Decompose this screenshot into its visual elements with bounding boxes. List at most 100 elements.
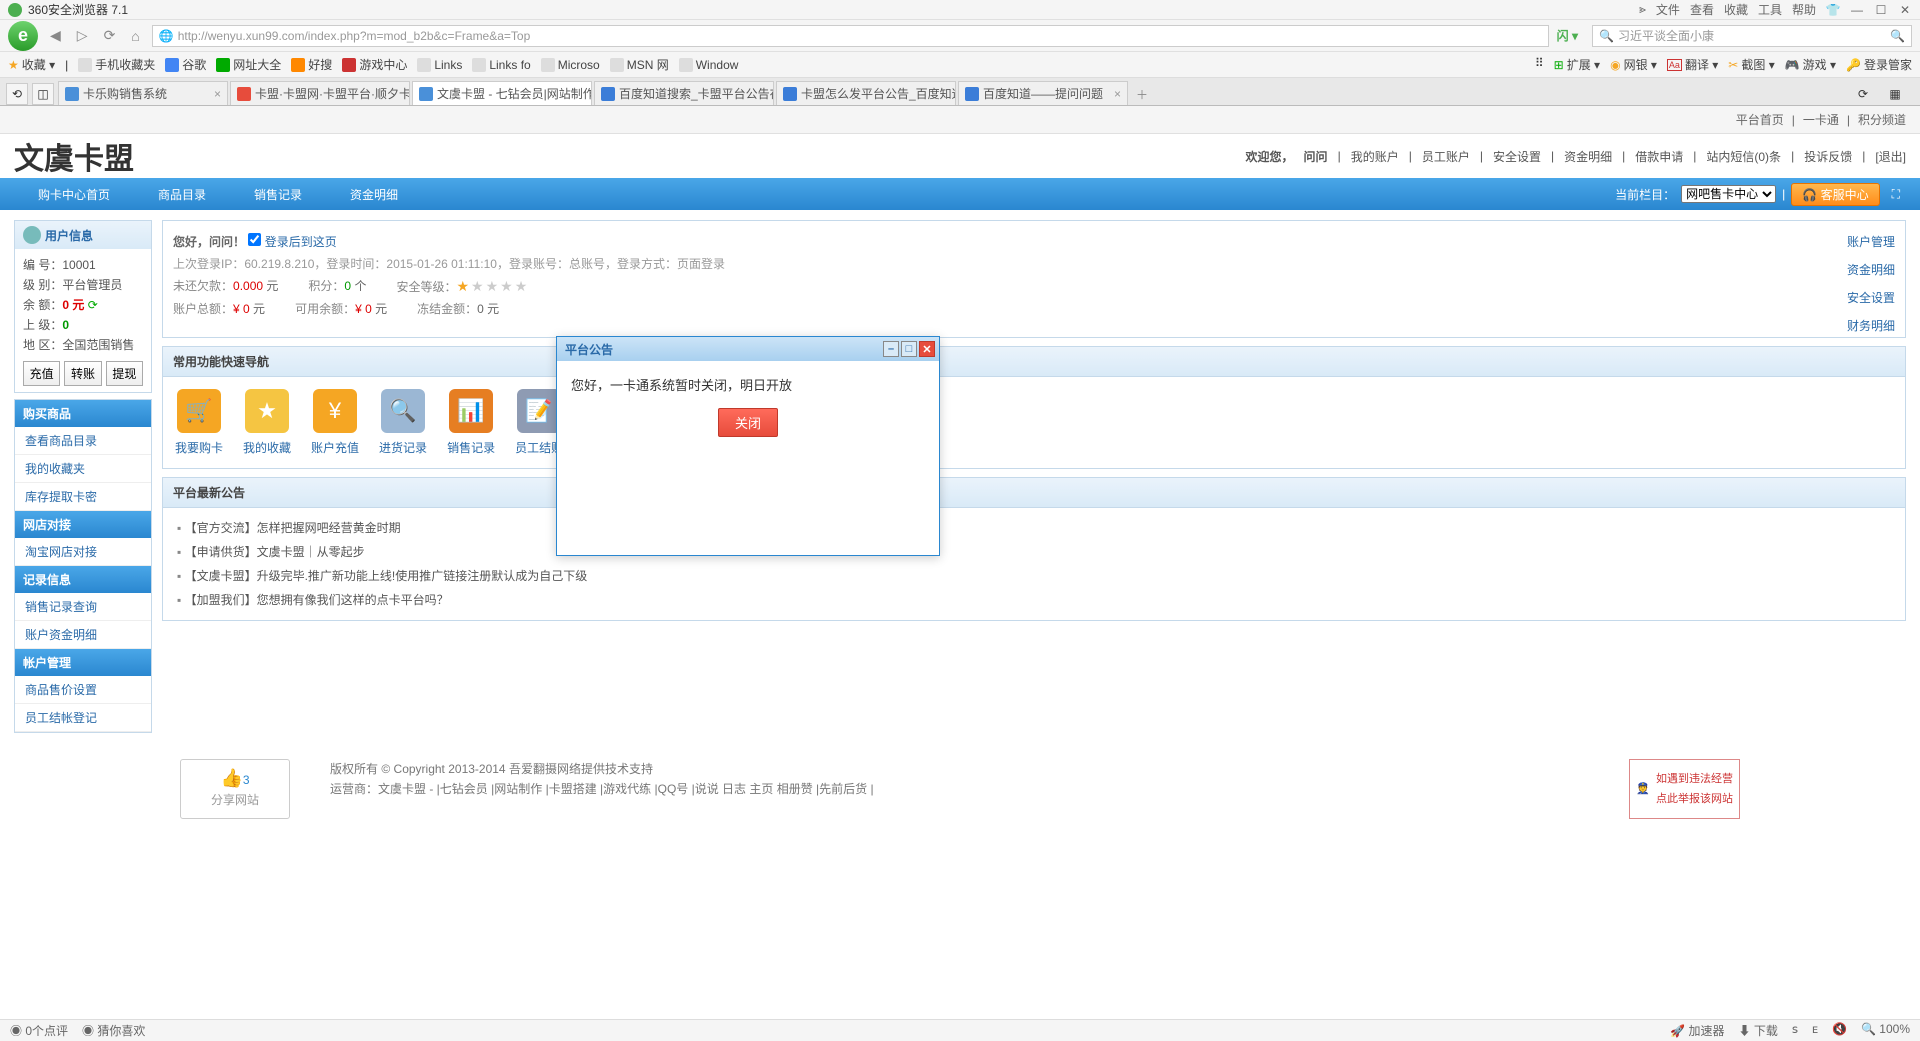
menu-file[interactable]: 文件 — [1656, 1, 1680, 18]
link-security[interactable]: 安全设置 — [1493, 148, 1541, 165]
link-logout[interactable]: [退出] — [1875, 148, 1906, 165]
menu-tools[interactable]: 工具 — [1758, 1, 1782, 18]
ql-account[interactable]: 账户管理 — [1847, 231, 1895, 253]
nav-sales[interactable]: 销售记录 — [230, 178, 326, 210]
transfer-button[interactable]: 转账 — [64, 361, 101, 386]
tab-5[interactable]: 百度知道——提问问题× — [958, 81, 1128, 105]
link-card[interactable]: 一卡通 — [1803, 111, 1839, 128]
menu-help[interactable]: 帮助 — [1792, 1, 1816, 18]
side-menu-item[interactable]: 我的收藏夹 — [15, 455, 151, 483]
tab-2[interactable]: 文虞卡盟 - 七钻会员|网站制作...× — [412, 81, 592, 105]
bk-mobile[interactable]: 手机收藏夹 — [78, 56, 155, 73]
skin-icon[interactable]: 👕 — [1826, 3, 1840, 17]
tab-list-panel[interactable]: ◫ — [32, 83, 54, 105]
news-item[interactable]: 【官方交流】怎样把握网吧经营黄金时期 — [177, 516, 1891, 540]
status-guess[interactable]: ◉ 猜你喜欢 — [82, 1022, 145, 1039]
bk-google[interactable]: 谷歌 — [165, 56, 206, 73]
menu-fav[interactable]: 收藏 — [1724, 1, 1748, 18]
status-mute-icon[interactable]: 🔇 — [1832, 1022, 1847, 1039]
status-accelerator[interactable]: 🚀 加速器 — [1670, 1022, 1724, 1039]
link-loan[interactable]: 借款申请 — [1635, 148, 1683, 165]
nav-section-select[interactable]: 网吧售卡中心 — [1681, 185, 1776, 203]
bk-links[interactable]: Links — [417, 58, 462, 72]
quick-nav-item[interactable]: 🔍进货记录 — [379, 389, 427, 456]
nav-home[interactable]: 购卡中心首页 — [14, 178, 134, 210]
link-msg[interactable]: 站内短信(0)条 — [1706, 148, 1781, 165]
back-button[interactable]: ◀ — [46, 27, 65, 44]
history-back-panel[interactable]: ⟲ — [6, 83, 28, 105]
status-zoom[interactable]: 🔍 100% — [1861, 1022, 1910, 1039]
status-reviews[interactable]: ◉ 0个点评 — [10, 1022, 68, 1039]
news-item[interactable]: 【申请供货】文虞卡盟｜从零起步 — [177, 540, 1891, 564]
game-menu[interactable]: 🎮游戏 ▾ — [1785, 56, 1836, 73]
link-my-account[interactable]: 我的账户 — [1351, 148, 1399, 165]
screenshot-menu[interactable]: ✂截图 ▾ — [1728, 56, 1774, 73]
recharge-button[interactable]: 充值 — [23, 361, 60, 386]
ext-menu[interactable]: ⊞扩展 ▾ — [1554, 56, 1600, 73]
news-item[interactable]: 【加盟我们】您想拥有像我们这样的点卡平台吗？ — [177, 588, 1891, 612]
ql-funds[interactable]: 资金明细 — [1847, 259, 1895, 281]
quick-nav-item[interactable]: ¥账户充值 — [311, 389, 359, 456]
bk-game[interactable]: 游戏中心 — [342, 56, 407, 73]
login-redirect-checkbox[interactable] — [248, 233, 261, 246]
side-menu-item[interactable]: 账户资金明细 — [15, 621, 151, 649]
fullscreen-icon[interactable]: ⛶ — [1886, 187, 1906, 202]
bk-haosou[interactable]: 好搜 — [291, 56, 332, 73]
link-complain[interactable]: 投诉反馈 — [1804, 148, 1852, 165]
report-box[interactable]: 👮 如遇到违法经营点此举报该网站 — [1629, 759, 1740, 819]
link-platform-home[interactable]: 平台首页 — [1736, 111, 1784, 128]
dialog-close-button[interactable]: 关闭 — [718, 408, 778, 437]
close-icon[interactable]: ✕ — [1898, 3, 1912, 17]
status-p[interactable]: ꜱ — [1792, 1022, 1798, 1039]
tab-close-icon[interactable]: × — [1114, 87, 1121, 101]
dialog-minimize-icon[interactable]: – — [883, 341, 899, 357]
tab-overflow[interactable]: ⟳ — [1852, 83, 1874, 105]
side-menu-item[interactable]: 销售记录查询 — [15, 593, 151, 621]
tab-4[interactable]: 卡盟怎么发平台公告_百度知道...× — [776, 81, 956, 105]
forward-button[interactable]: ▷ — [73, 27, 92, 44]
side-menu-item[interactable]: 员工结帐登记 — [15, 704, 151, 732]
status-e[interactable]: ᴇ — [1812, 1022, 1818, 1039]
withdraw-button[interactable]: 提现 — [106, 361, 143, 386]
link-points[interactable]: 积分频道 — [1858, 111, 1906, 128]
bk-linksfo[interactable]: Links fo — [472, 58, 530, 72]
bank-menu[interactable]: ◉网银 ▾ — [1610, 56, 1657, 73]
bk-ms[interactable]: Microso — [541, 58, 600, 72]
home-button[interactable]: ⌂ — [127, 28, 143, 44]
ql-security[interactable]: 安全设置 — [1847, 287, 1895, 309]
refresh-icon[interactable]: ⟳ — [88, 298, 98, 312]
link-funds[interactable]: 资金明细 — [1564, 148, 1612, 165]
status-download[interactable]: ⬇ 下载 — [1739, 1022, 1778, 1039]
tab-3[interactable]: 百度知道搜索_卡盟平台公告在...× — [594, 81, 774, 105]
dialog-maximize-icon[interactable]: □ — [901, 341, 917, 357]
speed-indicator[interactable]: 闪 ▾ — [1557, 27, 1578, 44]
new-tab-button[interactable]: ＋ — [1130, 83, 1154, 105]
maximize-icon[interactable]: ☐ — [1874, 3, 1888, 17]
minimize-icon[interactable]: — — [1850, 3, 1864, 17]
customer-service-button[interactable]: 🎧 客服中心 — [1791, 183, 1879, 206]
bk-msn[interactable]: MSN 网 — [610, 56, 669, 73]
url-input[interactable]: 🌐 http://wenyu.xun99.com/index.php?m=mod… — [152, 25, 1549, 47]
search-go-icon[interactable]: 🔍 — [1890, 29, 1905, 43]
news-item[interactable]: 【文虞卡盟】升级完毕.推广新功能上线!使用推广链接注册默认成为自己下级 — [177, 564, 1891, 588]
nav-catalog[interactable]: 商品目录 — [134, 178, 230, 210]
side-menu-item[interactable]: 库存提取卡密 — [15, 483, 151, 511]
bk-sites[interactable]: 网址大全 — [216, 56, 281, 73]
quick-nav-item[interactable]: ★我的收藏 — [243, 389, 291, 456]
link-staff-account[interactable]: 员工账户 — [1422, 148, 1470, 165]
dialog-close-icon[interactable]: ✕ — [919, 341, 935, 357]
favorites-menu[interactable]: ★收藏 ▾ — [8, 56, 55, 73]
tab-0[interactable]: 卡乐购销售系统× — [58, 81, 228, 105]
translate-menu[interactable]: Aa翻译 ▾ — [1667, 56, 1718, 73]
menu-view[interactable]: 查看 — [1690, 1, 1714, 18]
login-manager[interactable]: 🔑登录管家 — [1846, 56, 1912, 73]
like-box[interactable]: 👍3 分享网站 — [180, 759, 290, 819]
ql-finance[interactable]: 财务明细 — [1847, 315, 1895, 337]
nav-funds[interactable]: 资金明细 — [326, 178, 422, 210]
tab-close-icon[interactable]: × — [214, 87, 221, 101]
quick-nav-item[interactable]: 🛒我要购卡 — [175, 389, 223, 456]
tab-overflow2[interactable]: ▦ — [1884, 83, 1906, 105]
side-menu-item[interactable]: 商品售价设置 — [15, 676, 151, 704]
quick-nav-item[interactable]: 📊销售记录 — [447, 389, 495, 456]
search-input[interactable]: 🔍 习近平谈全面小康 🔍 — [1592, 25, 1912, 47]
